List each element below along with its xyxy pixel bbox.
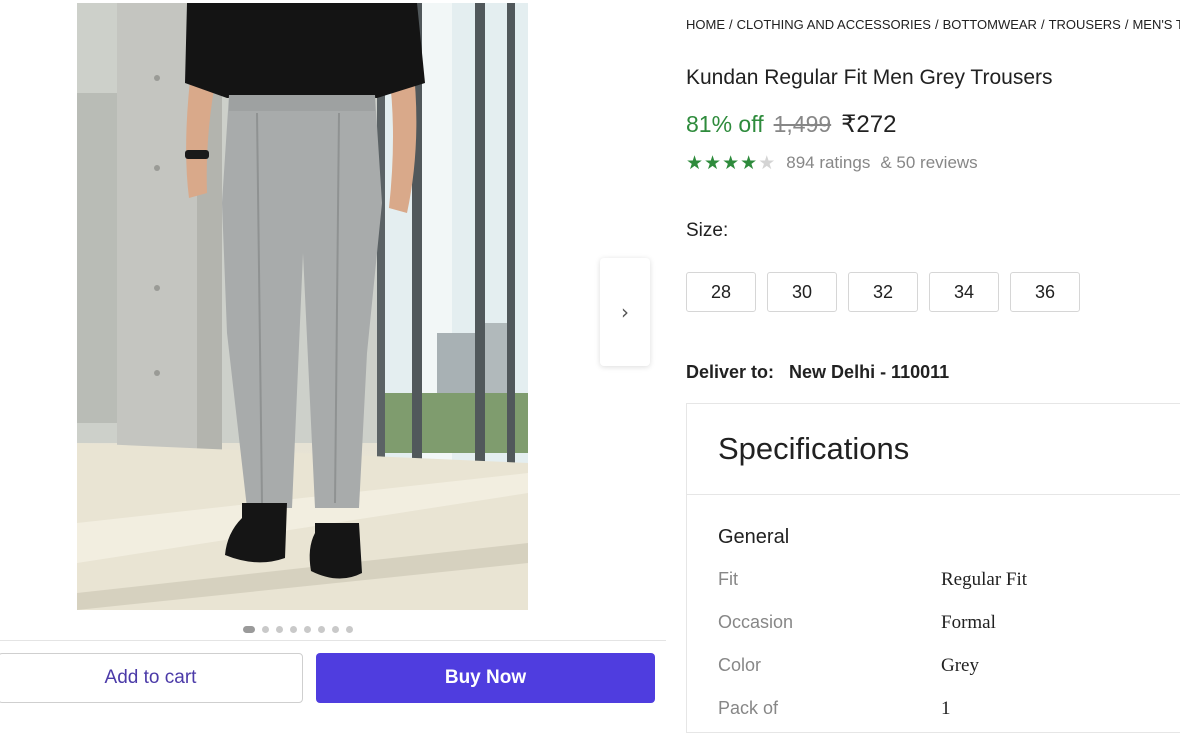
delivery-location[interactable]: New Delhi - 110011: [789, 362, 949, 382]
star-filled-icon: ★: [740, 152, 759, 174]
specifications-title: Specifications: [687, 404, 1180, 495]
breadcrumb-separator: /: [934, 17, 939, 32]
breadcrumb-clothing[interactable]: CLOTHING AND ACCESSORIES: [737, 17, 931, 32]
breadcrumb-mens-trousers[interactable]: MEN'S TROUSERS: [1132, 17, 1180, 32]
carousel-dot[interactable]: [318, 625, 325, 633]
size-options: 28 30 32 34 36: [686, 272, 1080, 312]
star-empty-icon: ★: [758, 152, 777, 174]
spec-value: 1: [941, 698, 951, 719]
delivery-info: Deliver to: New Delhi - 110011: [686, 362, 949, 383]
breadcrumb-separator: /: [1124, 17, 1129, 32]
product-photo-illustration: [77, 3, 528, 610]
action-bar: Add to cart Buy Now: [0, 640, 666, 726]
breadcrumb-bottomwear[interactable]: BOTTOMWEAR: [943, 17, 1037, 32]
product-title: Kundan Regular Fit Men Grey Trousers: [686, 66, 1053, 89]
size-option-34[interactable]: 34: [929, 272, 999, 312]
add-to-cart-button[interactable]: Add to cart: [0, 653, 303, 703]
spec-value: Formal: [941, 612, 996, 633]
original-price: 1,499: [773, 111, 832, 137]
star-filled-icon: ★: [704, 152, 723, 174]
spec-value: Regular Fit: [941, 569, 1028, 590]
breadcrumb-separator: /: [729, 17, 733, 32]
discount-percent: 81% off: [686, 111, 764, 137]
carousel-dot[interactable]: [276, 625, 283, 633]
breadcrumb-separator: /: [1040, 17, 1045, 32]
spec-key: Fit: [718, 569, 738, 589]
deliver-to-label: Deliver to:: [686, 362, 775, 382]
breadcrumb-trousers[interactable]: TROUSERS: [1049, 17, 1121, 32]
carousel-dot[interactable]: [346, 625, 353, 633]
size-option-36[interactable]: 36: [1010, 272, 1080, 312]
reviews-count: & 50 reviews: [880, 153, 978, 172]
spec-key: Occasion: [718, 612, 794, 632]
ratings-count: 894 ratings: [786, 153, 871, 172]
size-option-28[interactable]: 28: [686, 272, 756, 312]
carousel-dot[interactable]: [243, 625, 255, 633]
size-label: Size:: [686, 220, 729, 241]
spec-key: Color: [718, 655, 762, 675]
price-row: 81% off 1,499 ₹272: [686, 110, 896, 139]
spec-group-general: General: [718, 526, 790, 548]
next-image-button[interactable]: ›: [600, 258, 650, 366]
carousel-dot[interactable]: [304, 625, 311, 633]
size-option-32[interactable]: 32: [848, 272, 918, 312]
specifications-panel: Specifications General Fit Regular Fit O…: [686, 403, 1180, 733]
star-filled-icon: ★: [686, 152, 705, 174]
spec-value: Grey: [941, 655, 979, 676]
carousel-dot[interactable]: [290, 625, 297, 633]
chevron-right-icon: ›: [621, 300, 629, 324]
product-image[interactable]: [77, 3, 528, 610]
breadcrumb-home[interactable]: HOME: [686, 17, 725, 32]
size-option-30[interactable]: 30: [767, 272, 837, 312]
buy-now-button[interactable]: Buy Now: [316, 653, 655, 703]
carousel-dot[interactable]: [332, 625, 339, 633]
spec-key: Pack of: [718, 698, 779, 718]
breadcrumb: HOME / CLOTHING AND ACCESSORIES / BOTTOMWEAR…: [686, 17, 1180, 32]
rating-row[interactable]: ★★★★★ 894 ratings & 50 reviews: [686, 152, 978, 174]
selling-price: ₹272: [841, 111, 897, 138]
star-rating: ★★★★★: [686, 152, 776, 174]
carousel-indicator[interactable]: [243, 625, 353, 633]
star-filled-icon: ★: [722, 152, 741, 174]
carousel-dot[interactable]: [262, 625, 269, 633]
